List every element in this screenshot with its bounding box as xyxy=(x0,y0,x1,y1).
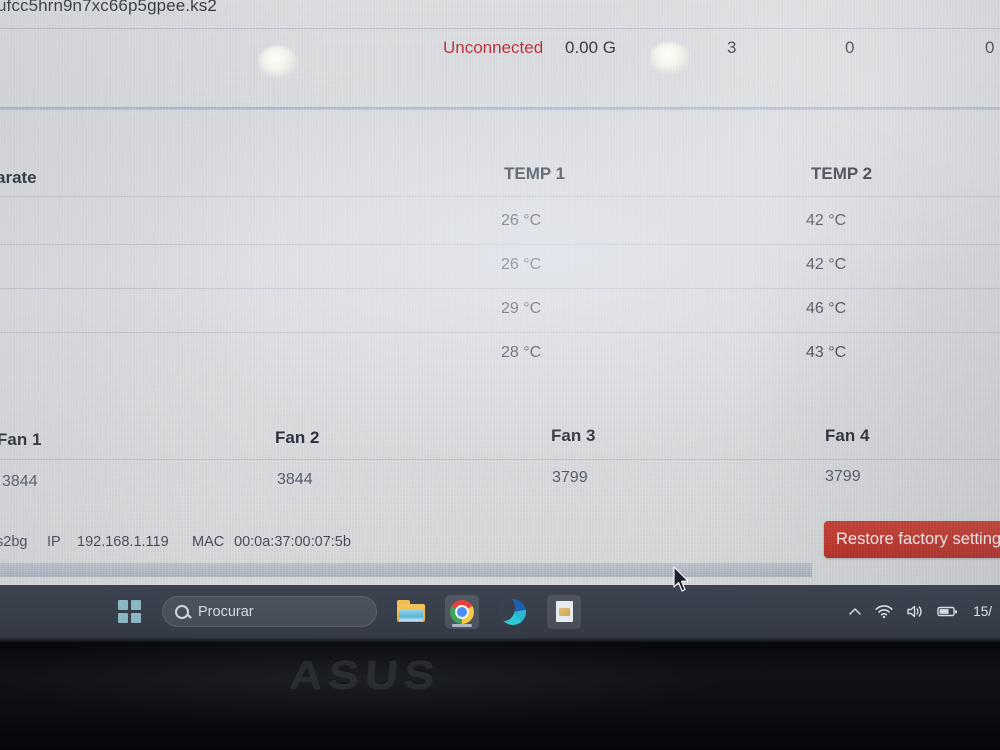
table-row: 29 °C 46 °C xyxy=(0,288,1000,332)
table-row: 26 °C 42 °C xyxy=(0,244,1000,288)
temp-header-rule xyxy=(0,196,1000,197)
column-header-temp1: TEMP 1 xyxy=(504,164,566,183)
temperature-table-header: arate TEMP 1 TEMP 2 xyxy=(0,164,1000,190)
mac-label: MAC xyxy=(192,534,225,550)
row-divider xyxy=(0,288,1000,289)
wifi-icon[interactable] xyxy=(875,604,893,619)
mode-label: s2bg xyxy=(0,534,28,550)
fan-header-2: Fan 2 xyxy=(275,428,320,447)
miner-web-ui: ufcc5hrn9n7xc66p5gpee.ks2 Unconnected 0.… xyxy=(0,0,1000,585)
system-tray: 15/ xyxy=(848,585,992,638)
taskbar-icon-group: Procurar xyxy=(118,585,581,638)
temp1-cell: 29 °C xyxy=(501,300,542,317)
column-header-rate: arate xyxy=(0,168,37,187)
temp2-cell: 46 °C xyxy=(806,300,847,317)
miner-summary-row: Unconnected 0.00 G 3 0 0 xyxy=(0,38,1000,66)
restore-button-label: Restore factory setting xyxy=(836,530,1000,548)
battery-icon[interactable] xyxy=(937,605,958,618)
google-chrome-icon[interactable] xyxy=(445,594,479,629)
volume-speaker-icon[interactable] xyxy=(906,604,924,619)
fan-value-4: 3799 xyxy=(825,468,861,485)
row-divider xyxy=(0,332,1000,333)
search-icon xyxy=(175,604,189,619)
temp1-cell: 26 °C xyxy=(501,212,542,229)
search-placeholder: Procurar xyxy=(198,603,254,620)
mouse-cursor xyxy=(672,566,692,599)
fan-header-3: Fan 3 xyxy=(551,426,596,445)
taskbar-clock[interactable]: 15/ xyxy=(973,604,992,619)
ip-label: IP xyxy=(47,534,61,550)
windows-taskbar: Procurar 15/ xyxy=(0,585,1000,638)
top-divider xyxy=(0,28,1000,29)
temp1-cell: 26 °C xyxy=(501,256,542,273)
summary-value-0a: 0 xyxy=(845,38,855,57)
fan-header-rule xyxy=(0,459,1000,460)
chevron-up-icon[interactable] xyxy=(848,605,862,619)
browser-url-text[interactable]: ufcc5hrn9n7xc66p5gpee.ks2 xyxy=(0,0,217,16)
column-header-temp2: TEMP 2 xyxy=(811,164,873,183)
restore-factory-settings-button[interactable]: Restore factory setting xyxy=(824,521,1000,558)
temp1-cell: 28 °C xyxy=(501,344,542,361)
temp2-cell: 42 °C xyxy=(806,256,847,273)
file-explorer-icon[interactable] xyxy=(394,595,428,629)
summary-value-3: 3 xyxy=(727,38,737,57)
mac-value: 00:0a:37:00:07:5b xyxy=(234,534,351,550)
taskbar-search-box[interactable]: Procurar xyxy=(162,596,377,627)
blue-section-divider xyxy=(0,107,1000,110)
laptop-screen: ufcc5hrn9n7xc66p5gpee.ks2 Unconnected 0.… xyxy=(0,0,1000,585)
start-button-windows-icon[interactable] xyxy=(118,600,141,623)
fan-value-1: 3844 xyxy=(2,473,38,490)
temp2-cell: 42 °C xyxy=(806,212,847,229)
row-divider xyxy=(0,244,1000,245)
fan-table-values: 3844 3844 3799 3799 xyxy=(0,468,1000,498)
document-app-icon[interactable] xyxy=(547,594,581,629)
ip-value: 192.168.1.119 xyxy=(77,534,169,550)
fan-header-1: Fan 1 xyxy=(0,430,42,449)
hashrate-value: 0.00 G xyxy=(565,38,617,57)
fan-value-3: 3799 xyxy=(552,469,588,486)
photo-of-laptop-screen: ufcc5hrn9n7xc66p5gpee.ks2 Unconnected 0.… xyxy=(0,0,1000,750)
table-row: 28 °C 43 °C xyxy=(0,332,1000,376)
bezel-sheen xyxy=(0,638,1000,750)
summary-value-0b: 0 xyxy=(985,38,995,57)
fan-value-2: 3844 xyxy=(277,471,313,488)
fan-header-4: Fan 4 xyxy=(825,426,870,445)
table-row: 26 °C 42 °C xyxy=(0,200,1000,244)
temperature-table-body: 26 °C 42 °C 26 °C 42 °C 29 °C 46 °C 28 °… xyxy=(0,200,1000,376)
microsoft-edge-icon[interactable] xyxy=(496,595,530,629)
connection-status: Unconnected xyxy=(443,38,544,57)
laptop-bezel: ASUS xyxy=(0,638,1000,750)
temp2-cell: 43 °C xyxy=(806,344,847,361)
fan-table-header: Fan 1 Fan 2 Fan 3 Fan 4 xyxy=(0,426,1000,454)
